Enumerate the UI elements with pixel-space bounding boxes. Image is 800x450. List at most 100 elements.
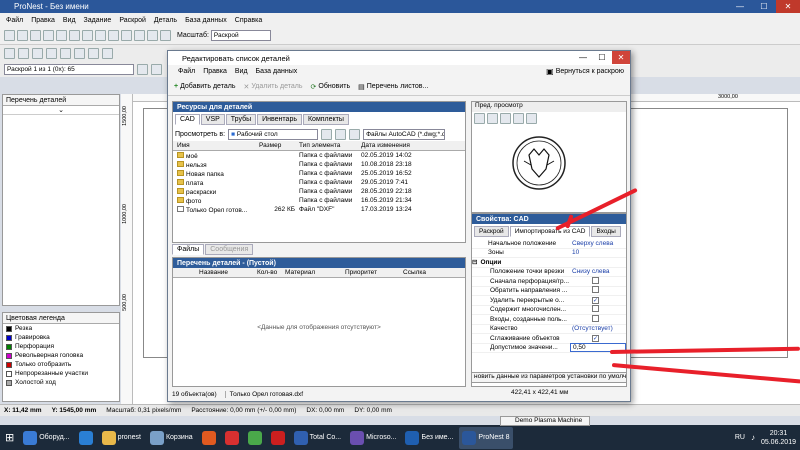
property-row[interactable]: Начальное положение Сверху слева [472, 239, 626, 249]
taskbar-item[interactable]: Total Co... [291, 427, 345, 449]
refresh-button[interactable]: ⟳ Обновить [311, 83, 351, 91]
property-row[interactable]: Сглаживание объектов ✓ [472, 334, 626, 344]
property-value[interactable]: ✓ [570, 334, 626, 342]
select-icon[interactable] [121, 30, 132, 41]
dialog-menu-item[interactable]: Правка [203, 68, 227, 75]
tool-icon[interactable] [102, 47, 113, 59]
col-date[interactable]: Дата изменения [361, 142, 410, 149]
property-row[interactable]: Допустимое значени... 0,50 [472, 343, 626, 353]
col-part-name[interactable]: Название [199, 269, 257, 276]
taskbar-item[interactable] [268, 427, 288, 449]
file-filter-select[interactable]: Файлы AutoCAD (*.dwg;*.d [363, 128, 446, 140]
tool-icon[interactable] [60, 47, 71, 59]
dialog-menu-item[interactable]: Вид [235, 68, 248, 75]
frame-icon[interactable] [108, 30, 119, 41]
taskbar-item[interactable] [222, 427, 242, 449]
menu-item[interactable]: Правка [31, 17, 55, 24]
files-tab[interactable]: Файлы [172, 244, 205, 255]
view-icon[interactable] [335, 128, 347, 140]
taskbar-item[interactable] [245, 427, 265, 449]
zoom-in-icon[interactable] [500, 113, 511, 124]
menu-item[interactable]: Задание [84, 17, 112, 24]
tool-icon[interactable] [32, 47, 43, 59]
property-checkbox[interactable] [592, 314, 599, 322]
property-checkbox[interactable] [592, 276, 599, 284]
property-row[interactable]: Обратить направления ... [472, 286, 626, 296]
file-row[interactable]: плата Папка с файлами 29.05.2019 7:41 [173, 178, 465, 187]
property-row[interactable]: Зоны 10 [472, 249, 626, 258]
copy-icon[interactable] [56, 30, 67, 41]
open-icon[interactable] [17, 30, 28, 41]
reset-defaults-button[interactable]: новить данные из параметров установки по… [471, 372, 627, 383]
check-icon[interactable] [82, 30, 93, 41]
file-row[interactable]: моё Папка с файлами 02.05.2019 14:02 [173, 151, 465, 160]
return-to-nest-button[interactable]: ▣ Вернуться к раскрою [546, 67, 624, 76]
menu-item[interactable]: Файл [6, 17, 23, 24]
resource-tab[interactable]: Комплекты [302, 114, 349, 125]
tool-icon[interactable] [4, 47, 15, 59]
taskbar-item[interactable]: Без име... [402, 427, 456, 449]
minimize-button[interactable]: — [728, 0, 752, 13]
browse-location-select[interactable]: ■ Рабочий стол [228, 128, 319, 140]
delete-part-button[interactable]: ✕ Удалить деталь [243, 83, 302, 91]
menu-item[interactable]: Вид [63, 17, 76, 24]
property-checkbox[interactable]: ✓ [592, 334, 599, 342]
property-row[interactable]: ⊟ Опции [472, 258, 626, 268]
dialog-minimize-button[interactable]: — [574, 51, 592, 64]
property-value[interactable]: ✓ [570, 296, 626, 304]
edit-icon[interactable] [95, 30, 106, 41]
clock[interactable]: 20:31 05.06.2019 [761, 429, 796, 447]
new-icon[interactable] [4, 30, 15, 41]
file-row[interactable]: раскраски Папка с файлами 28.05.2019 22:18 [173, 187, 465, 196]
resource-tab[interactable]: VSP [200, 114, 225, 125]
col-size[interactable]: Размер [259, 142, 299, 149]
menu-item[interactable]: База данных [185, 17, 227, 24]
save-icon[interactable] [30, 30, 41, 41]
taskbar-item[interactable] [199, 427, 219, 449]
folder-up-icon[interactable] [321, 128, 333, 140]
dialog-menu-item[interactable]: База данных [256, 68, 298, 75]
file-row[interactable]: Новая папка Папка с файлами 25.05.2019 16:… [173, 169, 465, 178]
dialog-close-button[interactable]: ✕ [612, 51, 630, 64]
close-button[interactable]: ✕ [776, 0, 800, 13]
nest-next-icon[interactable] [151, 63, 162, 75]
print-icon[interactable] [43, 30, 54, 41]
property-row[interactable]: Удалить перекрытые о... ✓ [472, 296, 626, 306]
dialog-maximize-button[interactable]: ☐ [593, 51, 611, 64]
dialog-menu-item[interactable]: Файл [178, 68, 195, 75]
taskbar-popup[interactable]: Demo Plasma Machine [500, 416, 590, 426]
menu-item[interactable]: Справка [235, 17, 262, 24]
property-row[interactable]: Положение точки врезки Снизу слева [472, 268, 626, 277]
property-value[interactable] [570, 305, 626, 314]
tool-icon[interactable] [18, 47, 29, 59]
language-indicator[interactable]: RU [735, 434, 745, 441]
file-row[interactable]: фото Папка с файлами 16.05.2019 21:34 [173, 196, 465, 205]
col-link[interactable]: Ссылка [403, 269, 426, 276]
add-part-button[interactable]: + Добавить деталь [174, 83, 235, 90]
file-row[interactable]: Только Орел готов... 262 КБ Файл "DXF" 17.0… [173, 205, 465, 214]
taskbar-item[interactable]: Оборуд... [20, 427, 72, 449]
resource-tab[interactable]: Трубы [225, 114, 257, 125]
property-checkbox[interactable] [592, 286, 599, 294]
col-material[interactable]: Материал [285, 269, 345, 276]
pan-icon[interactable] [487, 113, 498, 124]
property-checkbox[interactable] [592, 305, 599, 313]
col-type[interactable]: Тип элемента [299, 142, 361, 149]
property-value[interactable]: Сверху слева [570, 240, 626, 247]
property-row[interactable]: Входы, созданные поль... [472, 314, 626, 325]
zoom-fit-icon[interactable] [160, 30, 171, 41]
properties-tab[interactable]: Импортировать из CAD [509, 226, 591, 237]
zoom-in-icon[interactable] [134, 30, 145, 41]
tool-icon[interactable] [88, 47, 99, 59]
zoom-select[interactable]: Раскрой [210, 30, 271, 41]
nest-prev-icon[interactable] [137, 63, 148, 75]
resource-tab[interactable]: Инвентарь [257, 114, 302, 125]
taskbar-item[interactable] [76, 427, 96, 449]
start-button[interactable]: ⊞ [2, 427, 17, 449]
expand-chevron-icon[interactable]: ⌄ [3, 106, 119, 115]
property-value[interactable] [570, 314, 626, 324]
file-row[interactable]: нельзя Папка с файлами 10.08.2018 23:18 [173, 160, 465, 169]
properties-tab[interactable]: Раскрой [474, 226, 509, 237]
favorites-icon[interactable] [349, 128, 361, 140]
properties-tab[interactable]: Входы [591, 226, 621, 237]
